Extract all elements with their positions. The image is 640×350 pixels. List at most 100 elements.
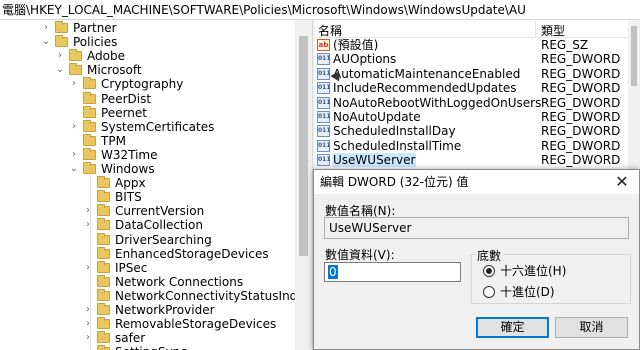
- ok-button[interactable]: 確定: [476, 317, 549, 338]
- chevron-right-icon[interactable]: ›: [83, 261, 93, 275]
- chevron-right-icon[interactable]: ›: [83, 317, 93, 331]
- tree-item[interactable]: PeerDist: [0, 91, 295, 106]
- tree-item-label: Appx: [115, 176, 146, 191]
- value-name-text: UseWUServer: [329, 221, 412, 235]
- tree-item[interactable]: › DataCollection: [0, 218, 295, 232]
- tree-scroll-thumb[interactable]: [299, 36, 308, 256]
- list-row[interactable]: 011 AutomaticMaintenanceEnabled REG_DWORD: [315, 67, 640, 81]
- tree-item-label: DriverSearching: [115, 232, 212, 247]
- tree-item[interactable]: ⌄ Windows: [0, 162, 295, 176]
- tree-item[interactable]: DriverSearching: [0, 232, 295, 247]
- list-row[interactable]: 011 ScheduledInstallDay REG_DWORD: [315, 124, 640, 138]
- tree-item[interactable]: Appx: [0, 176, 295, 190]
- tree-item[interactable]: ⌄ Policies: [0, 35, 295, 49]
- registry-tree: › Partner ⌄ Policies › Adobe ⌄ Microsoft › Crypto…: [0, 20, 312, 350]
- value-name: NoAutoRebootWithLoggedOnUsers: [333, 95, 542, 110]
- tree-item-label: EnhancedStorageDevices: [115, 246, 269, 261]
- list-scrollbar[interactable]: [628, 20, 640, 170]
- dword-value-icon: 011: [317, 154, 331, 167]
- chevron-right-icon[interactable]: ›: [83, 204, 93, 218]
- folder-icon: [69, 49, 82, 62]
- tree-item[interactable]: › Adobe: [0, 49, 295, 63]
- tree-item[interactable]: ⌄ Microsoft: [0, 63, 295, 77]
- tree-item[interactable]: › Partner: [0, 21, 295, 35]
- folder-icon: [97, 288, 110, 301]
- address-path: 電腦\HKEY_LOCAL_MACHINE\SOFTWARE\Policies\…: [2, 3, 526, 17]
- tree-item[interactable]: BITS: [0, 190, 295, 204]
- value-name: UseWUServer: [332, 153, 417, 168]
- chevron-down-icon[interactable]: ⌄: [41, 35, 51, 49]
- dword-value-icon: 011: [317, 139, 331, 152]
- base-group-title: 底數: [475, 247, 504, 264]
- dec-radio[interactable]: 十進位(D): [483, 285, 583, 299]
- column-name-header[interactable]: 名稱: [318, 22, 342, 39]
- chevron-right-icon[interactable]: ›: [69, 120, 79, 134]
- hex-radio[interactable]: 十六進位(H): [483, 264, 583, 278]
- list-row[interactable]: 011 UseWUServer REG_DWORD: [315, 153, 640, 168]
- tree-item-label: RemovableStorageDevices: [115, 317, 277, 332]
- chevron-right-icon[interactable]: ›: [83, 303, 93, 317]
- tree-item[interactable]: › NetworkProvider: [0, 303, 295, 317]
- tree-item[interactable]: EnhancedStorageDevices: [0, 246, 295, 261]
- tree-item[interactable]: › IPSec: [0, 260, 295, 275]
- value-type: REG_DWORD: [541, 124, 621, 139]
- tree-item[interactable]: › CurrentVersion: [0, 204, 295, 218]
- close-icon[interactable]: ✕: [609, 170, 635, 194]
- value-type: REG_DWORD: [541, 110, 621, 124]
- folder-icon: [97, 246, 110, 259]
- chevron-right-icon[interactable]: ›: [41, 21, 51, 35]
- chevron-down-icon[interactable]: ⌄: [55, 63, 65, 77]
- address-bar[interactable]: 電腦\HKEY_LOCAL_MACHINE\SOFTWARE\Policies\…: [0, 0, 640, 20]
- tree-item[interactable]: › SystemCertificates: [0, 119, 295, 134]
- chevron-right-icon[interactable]: ›: [55, 49, 65, 63]
- list-row[interactable]: ab (預設值) REG_SZ: [315, 38, 640, 52]
- value-data-input[interactable]: 0: [324, 262, 461, 282]
- chevron-down-icon[interactable]: ⌄: [69, 162, 79, 176]
- tree-item[interactable]: › Cryptography: [0, 77, 295, 91]
- chevron-right-icon[interactable]: ›: [69, 148, 79, 162]
- tree-item[interactable]: › RemovableStorageDevices: [0, 317, 295, 331]
- chevron-right-icon[interactable]: ›: [83, 218, 93, 232]
- tree-item[interactable]: Network Connections: [0, 274, 295, 289]
- value-type: REG_DWORD: [541, 52, 621, 67]
- folder-icon: [97, 274, 110, 287]
- folder-icon: [83, 105, 96, 118]
- tree-scrollbar[interactable]: [295, 20, 312, 350]
- tree-item[interactable]: TPM: [0, 133, 295, 148]
- dword-value-icon: 011: [317, 82, 331, 95]
- list-row[interactable]: 011 IncludeRecommendedUpdates REG_DWORD: [315, 81, 640, 95]
- chevron-right-icon: [69, 92, 79, 106]
- tree-item-label: safer: [115, 331, 146, 346]
- folder-icon: [97, 331, 110, 344]
- dec-radio-dot[interactable]: [483, 286, 495, 298]
- list-row[interactable]: 011 NoAutoUpdate REG_DWORD: [315, 110, 640, 124]
- chevron-right-icon[interactable]: ›: [69, 77, 79, 91]
- tree-item[interactable]: › W32Time: [0, 147, 295, 162]
- chevron-right-icon[interactable]: ›: [83, 331, 93, 345]
- tree-item-label: CurrentVersion: [115, 204, 205, 219]
- tree-item-label: SystemCertificates: [101, 119, 215, 134]
- folder-icon: [55, 21, 68, 33]
- tree-item[interactable]: SettingSync: [0, 345, 295, 350]
- column-separator[interactable]: [535, 21, 536, 37]
- chevron-right-icon: [83, 247, 93, 261]
- folder-icon: [69, 63, 82, 76]
- list-row[interactable]: 011 NoAutoRebootWithLoggedOnUsers REG_DWOR…: [315, 96, 640, 110]
- tree-item-label: Adobe: [87, 49, 125, 64]
- folder-icon: [83, 162, 96, 174]
- value-type: REG_DWORD: [541, 153, 621, 168]
- list-scroll-thumb[interactable]: [631, 26, 637, 86]
- folder-icon: [83, 91, 96, 104]
- column-type-header[interactable]: 類型: [541, 22, 565, 39]
- tree-item[interactable]: Peernet: [0, 105, 295, 120]
- tree-item[interactable]: NetworkConnectivityStatusIndicator: [0, 288, 312, 303]
- folder-icon: [97, 176, 110, 189]
- list-row[interactable]: 011 AUOptions REG_DWORD: [315, 52, 640, 66]
- folder-icon: [97, 232, 110, 245]
- tree-item-label: Microsoft: [87, 63, 142, 78]
- tree-item[interactable]: › safer: [0, 331, 295, 345]
- cancel-button[interactable]: 取消: [555, 317, 628, 338]
- list-row[interactable]: 011 ScheduledInstallTime REG_DWORD: [315, 139, 640, 153]
- value-name: ScheduledInstallTime: [333, 138, 462, 153]
- hex-radio-dot[interactable]: [483, 265, 495, 277]
